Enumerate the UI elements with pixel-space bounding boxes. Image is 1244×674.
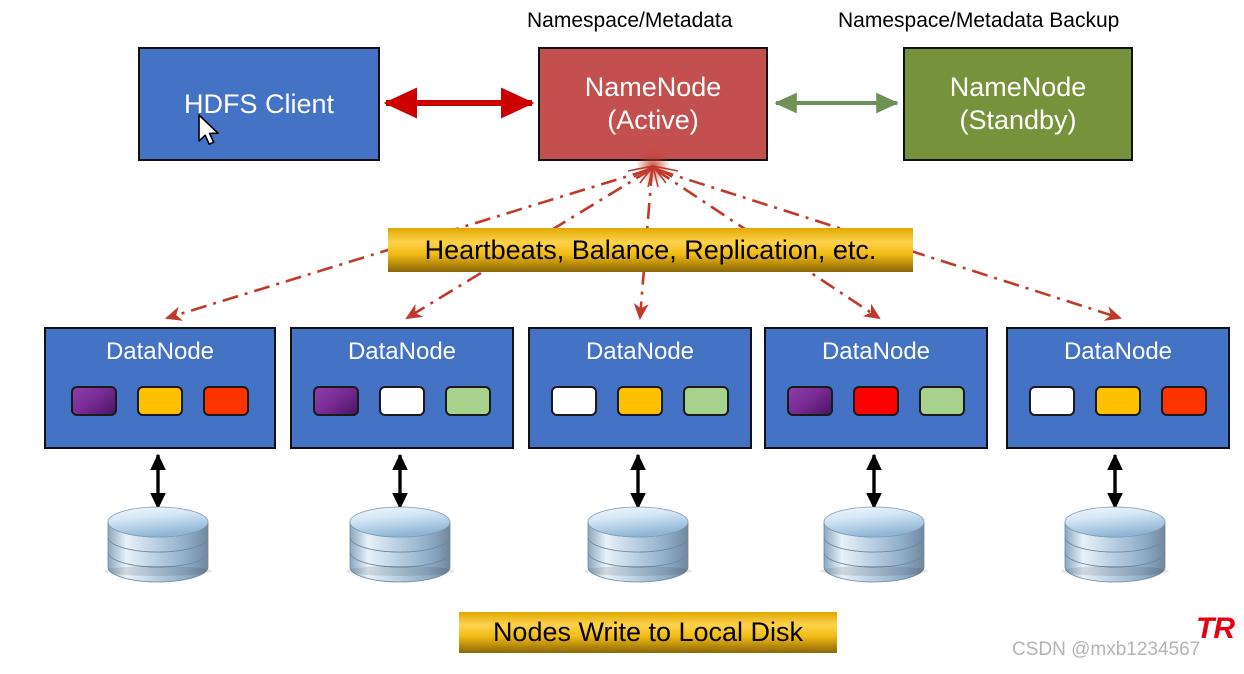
local-disk <box>584 506 692 583</box>
caption-namespace-metadata: Namespace/Metadata <box>527 9 733 32</box>
block-purple[interactable] <box>71 386 117 416</box>
datanode-box[interactable]: DataNode <box>44 327 276 449</box>
block-white[interactable] <box>379 386 425 416</box>
block-purple[interactable] <box>313 386 359 416</box>
namenode-active-label: NameNode <box>584 72 722 102</box>
datanode-block-row <box>530 386 750 416</box>
local-disk <box>346 506 454 583</box>
heartbeat-banner: Heartbeats, Balance, Replication, etc. <box>388 228 913 272</box>
namenode-standby-box[interactable]: NameNode (Standby) <box>903 47 1133 161</box>
datanode-box[interactable]: DataNode <box>1006 327 1230 449</box>
datanode-label: DataNode <box>1063 338 1173 365</box>
block-gold[interactable] <box>617 386 663 416</box>
block-white[interactable] <box>551 386 597 416</box>
hdfs-client-label: HDFS Client <box>183 88 335 119</box>
block-gold[interactable] <box>137 386 183 416</box>
datanode-label: DataNode <box>585 338 695 365</box>
block-purple[interactable] <box>787 386 833 416</box>
block-white[interactable] <box>1029 386 1075 416</box>
datanode-block-row <box>766 386 986 416</box>
datanode-block-row <box>46 386 274 416</box>
heartbeat-banner-label: Heartbeats, Balance, Replication, etc. <box>424 234 877 265</box>
block-gold[interactable] <box>1095 386 1141 416</box>
datanode-box[interactable]: DataNode <box>764 327 988 449</box>
csdn-watermark: CSDN @mxb1234567 <box>1012 639 1201 660</box>
local-disk <box>820 506 928 583</box>
burst-rays <box>627 165 679 188</box>
namenode-standby-state: (Standby) <box>959 105 1077 135</box>
disk-write-arrows <box>150 453 1123 510</box>
block-green[interactable] <box>445 386 491 416</box>
local-disks <box>104 506 1169 583</box>
diagram-canvas: Namespace/Metadata Namespace/Metadata Ba… <box>0 0 1244 674</box>
datanode-block-row <box>1008 386 1228 416</box>
block-red[interactable] <box>203 386 249 416</box>
hdfs-client-box[interactable]: HDFS Client <box>138 47 380 161</box>
datanode-label: DataNode <box>105 338 215 365</box>
namenode-active-box[interactable]: NameNode (Active) <box>538 47 768 161</box>
tr-logo-text: TR <box>1196 612 1235 645</box>
local-disk-banner-label: Nodes Write to Local Disk <box>492 617 804 647</box>
block-green[interactable] <box>683 386 729 416</box>
block-green[interactable] <box>919 386 965 416</box>
namenode-standby-label: NameNode <box>949 72 1087 102</box>
namenode-active-state: (Active) <box>607 105 699 135</box>
datanode-label: DataNode <box>347 338 457 365</box>
tr-logo: TR <box>1196 612 1235 646</box>
datanode-label: DataNode <box>821 338 931 365</box>
datanode-box[interactable]: DataNode <box>290 327 514 449</box>
block-red[interactable] <box>1161 386 1207 416</box>
local-disk <box>104 506 212 583</box>
local-disk-banner: Nodes Write to Local Disk <box>459 612 837 653</box>
block-red[interactable] <box>853 386 899 416</box>
datanode-block-row <box>292 386 512 416</box>
local-disk <box>1061 506 1169 583</box>
datanode-box[interactable]: DataNode <box>528 327 752 449</box>
caption-namespace-metadata-backup: Namespace/Metadata Backup <box>838 9 1120 32</box>
